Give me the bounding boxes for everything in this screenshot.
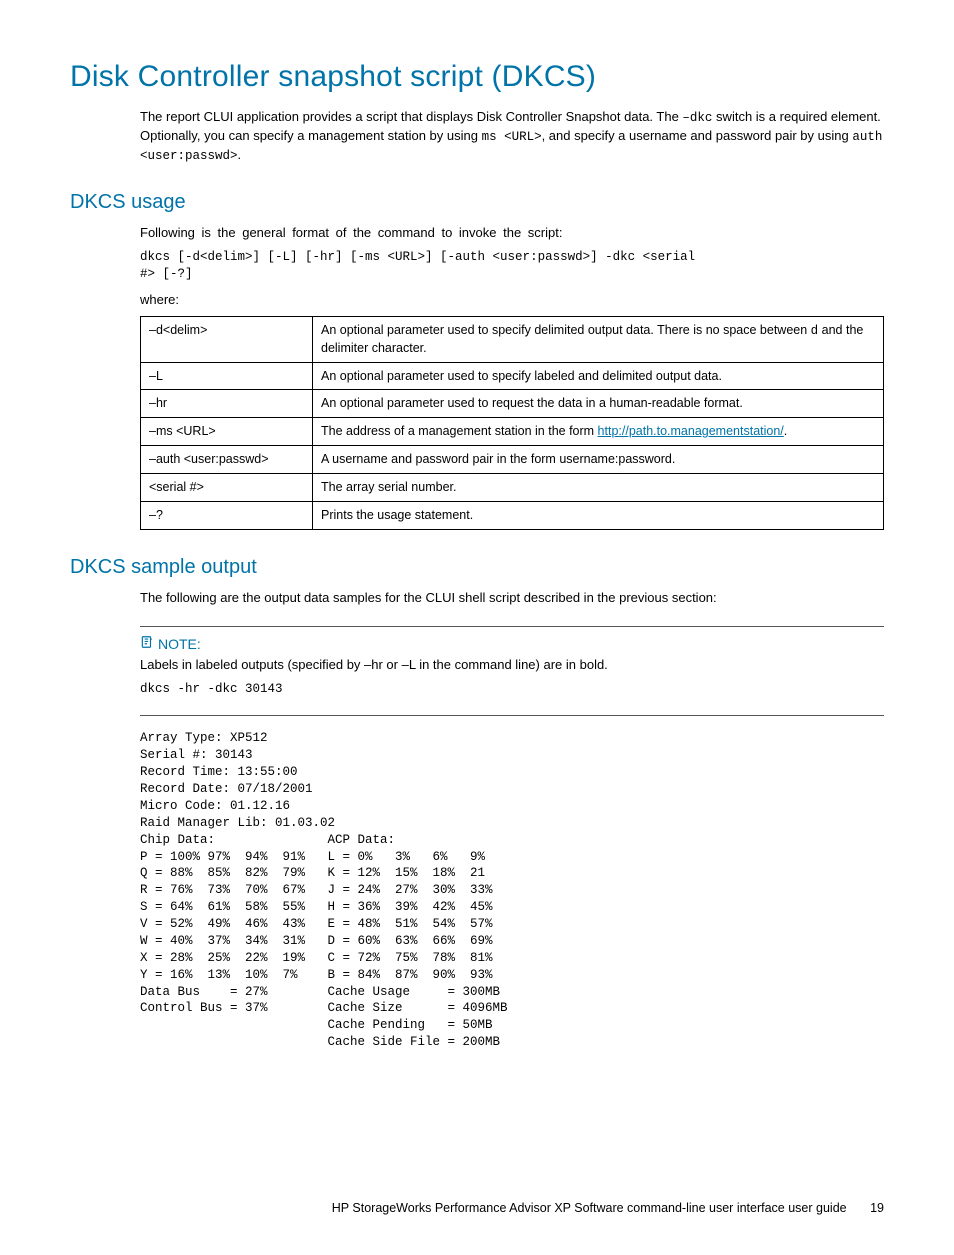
param-key: –auth <user:passwd> [141,446,313,474]
note-cmd: dkcs -hr -dkc 30143 [140,681,884,698]
param-desc: Prints the usage statement. [313,501,884,529]
param-desc: An optional parameter used to specify de… [313,316,884,362]
table-row: –hr An optional parameter used to reques… [141,390,884,418]
page-title: Disk Controller snapshot script (DKCS) [70,60,884,94]
note-label-text: NOTE: [158,636,201,652]
params-table: –d<delim> An optional parameter used to … [140,316,884,530]
table-row: –d<delim> An optional parameter used to … [141,316,884,362]
page-footer: HP StorageWorks Performance Advisor XP S… [70,1201,884,1215]
note-block: NOTE: Labels in labeled outputs (specifi… [140,626,884,717]
sample-output: Array Type: XP512 Serial #: 30143 Record… [140,730,884,1051]
usage-where: where: [140,291,884,310]
param-key: –ms <URL> [141,418,313,446]
intro-text-a: The report CLUI application provides a s… [140,109,682,124]
sample-heading: DKCS sample output [70,556,884,579]
param-key: –d<delim> [141,316,313,362]
table-row: –ms <URL> The address of a management st… [141,418,884,446]
intro-text-g: . [238,147,242,162]
param-desc: An optional parameter used to specify la… [313,362,884,390]
param-desc-c: . [784,424,787,438]
usage-heading: DKCS usage [70,191,884,214]
param-key: –L [141,362,313,390]
table-row: –auth <user:passwd> A username and passw… [141,446,884,474]
param-key: –hr [141,390,313,418]
table-row: –? Prints the usage statement. [141,501,884,529]
usage-command: dkcs [-d<delim>] [-L] [-hr] [-ms <URL>] … [140,249,884,283]
param-desc-a: An optional parameter used to specify de… [321,323,811,337]
param-desc: The array serial number. [313,474,884,502]
intro-paragraph: The report CLUI application provides a s… [140,108,884,165]
param-desc: A username and password pair in the form… [313,446,884,474]
note-body: Labels in labeled outputs (specified by … [140,656,884,675]
page-number: 19 [870,1201,884,1215]
sample-lead: The following are the output data sample… [140,589,884,608]
param-desc: An optional parameter used to request th… [313,390,884,418]
param-desc-a: The address of a management station in t… [321,424,598,438]
footer-text: HP StorageWorks Performance Advisor XP S… [332,1201,847,1215]
param-desc: The address of a management station in t… [313,418,884,446]
intro-text-e: , and specify a username and password pa… [542,128,853,143]
param-key: –? [141,501,313,529]
intro-code-ms: ms <URL> [482,130,542,144]
management-station-link[interactable]: http://path.to.managementstation/ [598,424,784,438]
note-label: NOTE: [140,635,884,652]
note-icon [140,635,154,652]
param-key: <serial #> [141,474,313,502]
intro-code-dkc: –dkc [682,111,712,125]
table-row: <serial #> The array serial number. [141,474,884,502]
usage-lead: Following is the general format of the c… [140,224,884,243]
table-row: –L An optional parameter used to specify… [141,362,884,390]
